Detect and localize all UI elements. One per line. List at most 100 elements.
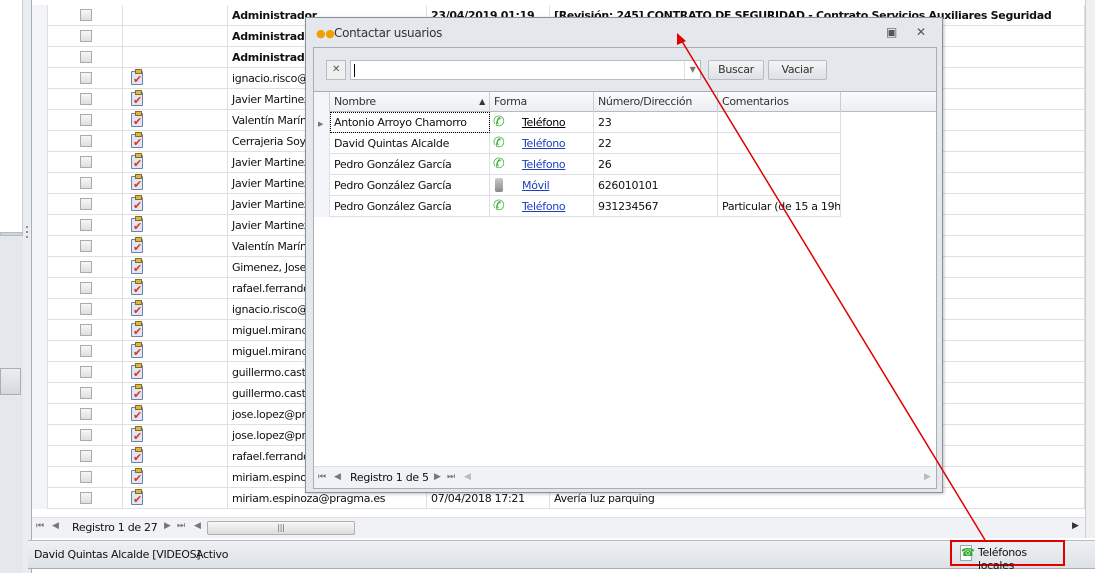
left-panel-divider[interactable] (0, 232, 23, 236)
row-indicator[interactable] (32, 446, 48, 467)
row-checkbox[interactable] (80, 471, 92, 483)
contact-type-link[interactable]: Teléfono (522, 133, 566, 154)
contact-type-link[interactable]: Teléfono (522, 196, 566, 217)
users-icon: ●● (316, 27, 335, 40)
row-indicator[interactable] (32, 152, 48, 173)
left-panel-button[interactable] (0, 368, 21, 395)
row-indicator[interactable] (314, 154, 330, 175)
row-checkbox[interactable] (80, 282, 92, 294)
contact-row[interactable]: Pedro González García Móvil 626010101 (314, 175, 841, 196)
row-indicator[interactable] (32, 467, 48, 488)
last-page-icon[interactable]: ⏭ (447, 472, 455, 482)
clear-button[interactable]: Vaciar (768, 60, 827, 80)
row-indicator[interactable] (32, 194, 48, 215)
row-checkbox[interactable] (80, 30, 92, 42)
chevron-down-icon[interactable]: ▼ (684, 61, 700, 79)
row-indicator[interactable] (32, 110, 48, 131)
row-indicator[interactable] (32, 131, 48, 152)
row-checkbox[interactable] (80, 9, 92, 21)
row-indicator[interactable] (32, 173, 48, 194)
row-indicator[interactable] (32, 68, 48, 89)
prev-page-icon[interactable]: ◀ (334, 472, 341, 482)
scroll-right-icon[interactable]: ▶ (1072, 521, 1079, 531)
row-checkbox[interactable] (80, 261, 92, 273)
search-button[interactable]: Buscar (708, 60, 764, 80)
icon-cell (123, 47, 228, 68)
row-checkbox[interactable] (80, 450, 92, 462)
row-checkbox[interactable] (80, 240, 92, 252)
last-page-icon[interactable]: ⏭ (177, 521, 185, 531)
row-checkbox[interactable] (80, 135, 92, 147)
contact-row[interactable]: ▶ Antonio Arroyo Chamorro ✆ Teléfono 23 (314, 112, 841, 133)
row-indicator[interactable] (32, 404, 48, 425)
row-checkbox[interactable] (80, 177, 92, 189)
row-indicator[interactable] (32, 299, 48, 320)
row-checkbox[interactable] (80, 429, 92, 441)
contact-row[interactable]: David Quintas Alcalde ✆ Teléfono 22 (314, 133, 841, 154)
row-checkbox[interactable] (80, 93, 92, 105)
scroll-left-icon[interactable]: ◀ (194, 521, 201, 531)
row-indicator[interactable]: ▶ (314, 112, 330, 133)
row-indicator[interactable] (32, 341, 48, 362)
scroll-right-icon[interactable]: ▶ (924, 472, 931, 482)
row-checkbox[interactable] (80, 366, 92, 378)
row-checkbox[interactable] (80, 51, 92, 63)
first-page-icon[interactable]: ⏮ (318, 472, 326, 482)
row-indicator[interactable] (32, 257, 48, 278)
header-label: Nombre (334, 95, 376, 108)
row-checkbox[interactable] (80, 198, 92, 210)
row-indicator[interactable] (32, 47, 48, 68)
row-indicator[interactable] (32, 362, 48, 383)
contact-type-link[interactable]: Teléfono (522, 112, 566, 133)
row-indicator[interactable] (32, 89, 48, 110)
row-indicator[interactable] (32, 488, 48, 509)
row-checkbox[interactable] (80, 72, 92, 84)
clipboard-check-icon (131, 363, 143, 383)
row-indicator[interactable] (314, 175, 330, 196)
header-comentarios[interactable]: Comentarios (718, 92, 841, 112)
contact-row[interactable]: Pedro González García ✆ Teléfono 26 (314, 154, 841, 175)
contact-name: Pedro González García (330, 154, 490, 175)
row-indicator[interactable] (32, 215, 48, 236)
prev-page-icon[interactable]: ◀ (52, 521, 59, 531)
header-numero[interactable]: Número/Dirección (594, 92, 718, 112)
row-checkbox[interactable] (80, 156, 92, 168)
row-checkbox[interactable] (80, 324, 92, 336)
contact-type-link[interactable]: Teléfono (522, 154, 566, 175)
header-nombre[interactable]: Nombre ▲ (330, 92, 490, 112)
splitter[interactable] (23, 0, 32, 573)
local-phones-button[interactable]: ☎ Teléfonos locales (950, 540, 1065, 572)
icon-cell (123, 341, 228, 362)
row-indicator[interactable] (314, 196, 330, 217)
horizontal-scroll-thumb[interactable]: ||| (207, 521, 355, 535)
first-page-icon[interactable]: ⏮ (36, 521, 44, 531)
search-combo[interactable]: ▼ (350, 60, 701, 80)
clipboard-check-icon (131, 321, 143, 341)
row-checkbox[interactable] (80, 303, 92, 315)
clear-search-button[interactable]: ✕ (326, 60, 346, 80)
next-page-icon[interactable]: ▶ (434, 472, 441, 482)
row-checkbox[interactable] (80, 219, 92, 231)
row-checkbox[interactable] (80, 387, 92, 399)
scroll-left-icon[interactable]: ◀ (464, 472, 471, 482)
row-checkbox[interactable] (80, 492, 92, 504)
row-indicator[interactable] (32, 320, 48, 341)
row-indicator[interactable] (32, 383, 48, 404)
row-checkbox[interactable] (80, 408, 92, 420)
next-page-icon[interactable]: ▶ (164, 521, 171, 531)
contact-row[interactable]: Pedro González García ✆ Teléfono 93123456… (314, 196, 841, 217)
row-indicator[interactable] (32, 425, 48, 446)
restore-icon[interactable]: ▣ (886, 25, 897, 39)
row-checkbox[interactable] (80, 114, 92, 126)
vertical-scrollbar[interactable] (1085, 0, 1095, 538)
close-icon[interactable]: ✕ (916, 25, 926, 39)
row-indicator[interactable] (32, 278, 48, 299)
row-indicator[interactable] (314, 133, 330, 154)
row-indicator[interactable] (32, 5, 48, 26)
row-checkbox[interactable] (80, 345, 92, 357)
main-pager-label: Registro 1 de 27 (72, 521, 158, 534)
header-forma[interactable]: Forma (490, 92, 594, 112)
contact-type-link[interactable]: Móvil (522, 175, 550, 196)
row-indicator[interactable] (32, 236, 48, 257)
row-indicator[interactable] (32, 26, 48, 47)
